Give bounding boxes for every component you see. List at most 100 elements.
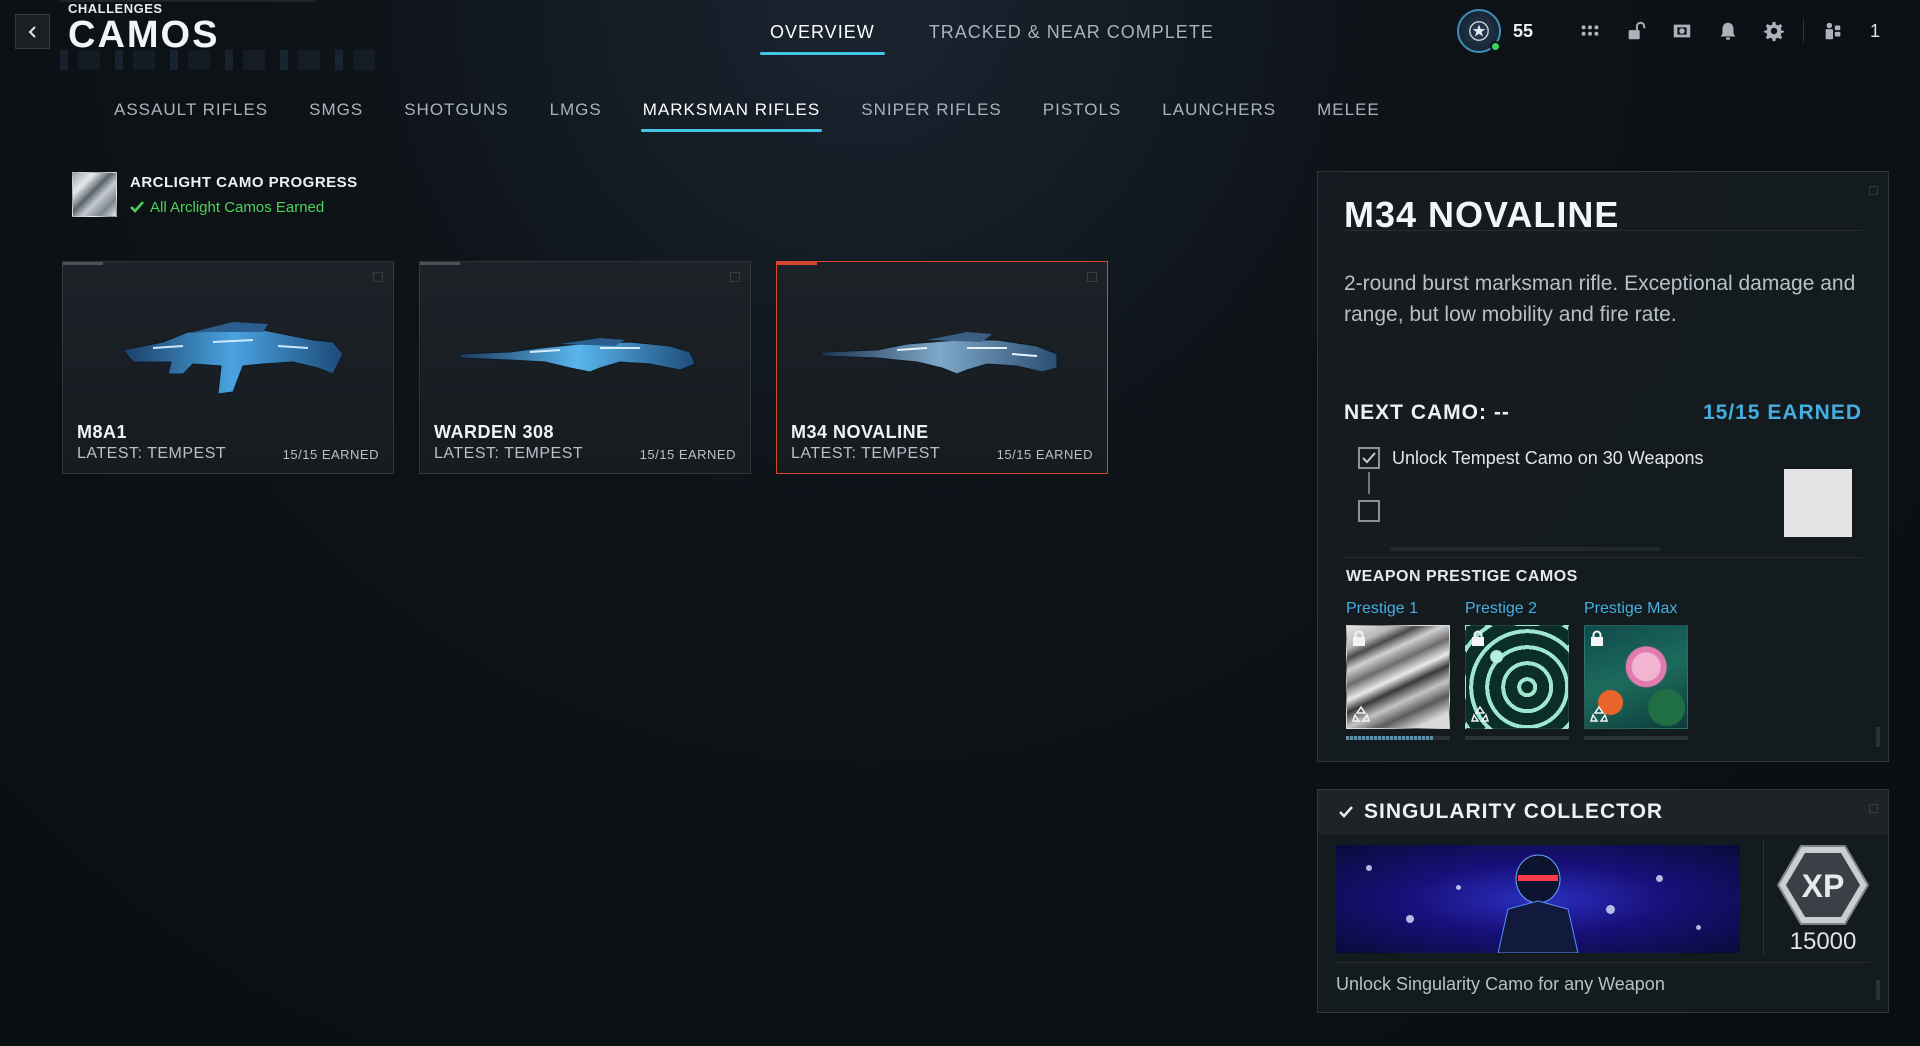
prestige-1-camo[interactable]: Prestige 1: [1346, 600, 1450, 740]
prestige-camos-title: WEAPON PRESTIGE CAMOS: [1346, 568, 1578, 585]
challenge-checkbox-empty: [1358, 500, 1380, 522]
notifications-button[interactable]: [1705, 8, 1751, 54]
challenge-checkbox-checked: [1358, 447, 1380, 469]
prestige-label: Prestige 1: [1346, 600, 1419, 617]
banner-spark: [1656, 875, 1663, 882]
tab-launchers[interactable]: LAUNCHERS: [1146, 96, 1292, 132]
challenge-text: Unlock Tempest Camo on 30 Weapons: [1392, 447, 1704, 468]
prestige-label: Prestige 2: [1465, 600, 1538, 617]
prestige-icon: [1352, 705, 1370, 722]
theater-button[interactable]: [1659, 8, 1705, 54]
grid-menu-icon: [1581, 25, 1599, 36]
settings-button[interactable]: [1751, 8, 1797, 54]
singularity-banner-image: [1336, 845, 1740, 953]
arclight-title: ARCLIGHT CAMO PROGRESS: [130, 173, 358, 191]
weapon-camos-earned: 15/15 EARNED: [996, 447, 1093, 462]
camera-icon: [1673, 24, 1691, 38]
player-rank-badge[interactable]: [1456, 9, 1501, 53]
card-accent-bar: [420, 262, 460, 265]
weapon-latest-camo: LATEST: TEMPEST: [434, 445, 584, 462]
weapon-camos-earned: 15/15 EARNED: [639, 447, 736, 462]
card-corner-mark: [730, 272, 740, 282]
banner-spark: [1406, 915, 1414, 923]
banner-spark: [1696, 925, 1701, 930]
prestige-max-camo[interactable]: Prestige Max: [1584, 600, 1688, 740]
prestige-2-camo[interactable]: Prestige 2: [1465, 600, 1569, 740]
weapon-card-m34-novaline[interactable]: M34 NOVALINE LATEST: TEMPEST 15/15 EARNE…: [776, 261, 1108, 474]
checkmark-icon: [1362, 452, 1376, 464]
arclight-status-text: All Arclight Camos Earned: [150, 198, 325, 216]
next-camo-label: NEXT CAMO: --: [1344, 401, 1510, 424]
lock-icon: [1472, 630, 1484, 646]
singularity-description: Unlock Singularity Camo for any Weapon: [1336, 974, 1665, 994]
prestige-progress-fill: [1346, 736, 1435, 740]
scroll-indicator[interactable]: [1876, 980, 1880, 1000]
divider: [1344, 230, 1862, 231]
arclight-text: ARCLIGHT CAMO PROGRESS All Arclight Camo…: [130, 174, 358, 216]
tab-marksman-rifles[interactable]: MARKSMAN RIFLES: [627, 96, 836, 132]
unlocks-button[interactable]: [1613, 8, 1659, 54]
lock-icon: [1591, 630, 1603, 646]
xp-reward-value: 15000: [1789, 928, 1857, 955]
weapon-latest-camo: LATEST: TEMPEST: [77, 445, 227, 462]
weapon-category-tabs: ASSAULT RIFLES SMGS SHOTGUNS LMGS MARKSM…: [98, 96, 1405, 132]
card-accent-bar: [777, 262, 817, 265]
divider: [1344, 557, 1862, 558]
m34-novaline-rifle-image: [821, 332, 1058, 375]
banner-spark: [1456, 885, 1461, 890]
arclight-status: All Arclight Camos Earned: [130, 199, 358, 216]
tab-lmgs[interactable]: LMGS: [534, 96, 618, 132]
tab-assault-rifles[interactable]: ASSAULT RIFLES: [98, 96, 284, 132]
tab-pistols[interactable]: PISTOLS: [1027, 96, 1138, 132]
party-count: 1: [1869, 20, 1880, 41]
prestige-camo-swatch: [1465, 625, 1569, 729]
gear-icon: [1763, 21, 1785, 42]
weapon-name: WARDEN 308: [434, 422, 555, 442]
weapon-card-list: M8A1 LATEST: TEMPEST 15/15 EARNED WARDEN…: [62, 261, 1108, 474]
tab-sniper-rifles[interactable]: SNIPER RIFLES: [845, 96, 1018, 132]
singularity-collector-panel[interactable]: SINGULARITY COLLECTOR XP 15000 Unlock Si…: [1317, 789, 1889, 1013]
tab-tracked-near-complete[interactable]: TRACKED & NEAR COMPLETE: [919, 18, 1224, 55]
card-accent-bar: [63, 262, 103, 265]
top-bar: CHALLENGES CAMOS OVERVIEW TRACKED & NEAR…: [0, 0, 1920, 70]
challenge-item-empty[interactable]: [1358, 500, 1380, 522]
challenge-connector: [1368, 472, 1370, 494]
singularity-figure-image: [1497, 854, 1579, 953]
banner-spark: [1606, 905, 1615, 914]
arclight-camo-thumbnail: [72, 172, 117, 217]
prestige-progress-bar: [1584, 736, 1688, 740]
camos-earned-count: 15/15 EARNED: [1702, 401, 1862, 424]
warden-308-rifle-image: [459, 338, 696, 373]
prestige-icon: [1471, 705, 1489, 722]
back-button[interactable]: [15, 14, 50, 49]
title-decoration: [60, 50, 380, 70]
detail-weapon-description: 2-round burst marksman rifle. Exceptiona…: [1344, 272, 1856, 326]
online-status-dot: [1489, 41, 1501, 52]
weapon-name: M8A1: [77, 422, 128, 442]
lock-open-icon: [1628, 21, 1646, 40]
tab-overview[interactable]: OVERVIEW: [760, 18, 885, 55]
prestige-progress-bar: [1346, 736, 1450, 740]
camo-reward-preview[interactable]: [1784, 469, 1852, 537]
tab-melee[interactable]: MELEE: [1301, 96, 1396, 132]
grid-menu-button[interactable]: [1567, 8, 1613, 54]
divider: [1763, 840, 1764, 955]
tab-smgs[interactable]: SMGS: [293, 96, 379, 132]
prestige-camo-list: Prestige 1 Prestige 2 Prestige Max: [1346, 600, 1688, 740]
challenge-item[interactable]: Unlock Tempest Camo on 30 Weapons: [1358, 447, 1704, 469]
weapon-detail-panel: M34 NOVALINE 2-round burst marksman rifl…: [1317, 171, 1889, 762]
party-button[interactable]: [1810, 8, 1856, 54]
weapon-card-m8a1[interactable]: M8A1 LATEST: TEMPEST 15/15 EARNED: [62, 261, 394, 474]
weapon-card-warden-308[interactable]: WARDEN 308 LATEST: TEMPEST 15/15 EARNED: [419, 261, 751, 474]
arclight-camo-progress[interactable]: ARCLIGHT CAMO PROGRESS All Arclight Camo…: [72, 172, 358, 217]
singularity-title: SINGULARITY COLLECTOR: [1364, 800, 1664, 823]
m8a1-rifle-image: [122, 322, 344, 395]
tab-shotguns[interactable]: SHOTGUNS: [388, 96, 524, 132]
top-right-controls: 55 1: [1456, 6, 1920, 56]
prestige-icon: [1590, 705, 1608, 722]
scroll-indicator[interactable]: [1876, 727, 1880, 747]
lock-icon: [1353, 630, 1365, 646]
weapon-camos-earned: 15/15 EARNED: [282, 447, 379, 462]
checkmark-icon: [130, 201, 144, 213]
singularity-header: SINGULARITY COLLECTOR: [1318, 790, 1888, 834]
